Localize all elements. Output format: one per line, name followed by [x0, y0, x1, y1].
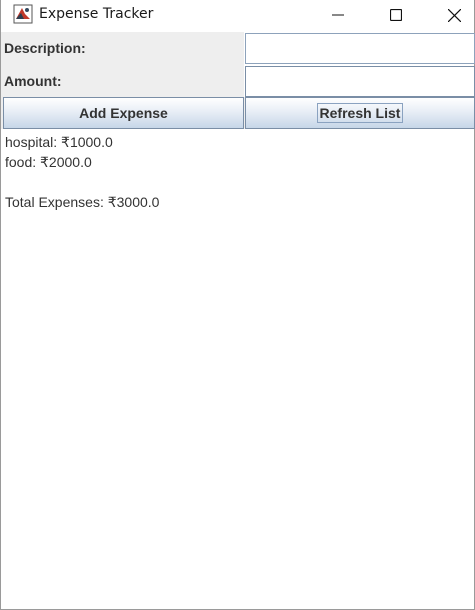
- close-icon: [447, 8, 461, 22]
- title-bar[interactable]: Expense Tracker: [1, 0, 474, 30]
- window-title: Expense Tracker: [39, 6, 154, 22]
- java-app-icon: [13, 4, 33, 24]
- description-label: Description:: [1, 32, 244, 65]
- maximize-icon: [390, 9, 402, 21]
- amount-label: Amount:: [1, 65, 244, 98]
- amount-input[interactable]: [245, 66, 475, 97]
- expense-list-item: hospital: ₹1000.0: [5, 134, 113, 150]
- refresh-list-label: Refresh List: [316, 103, 404, 123]
- expense-list-area[interactable]: hospital: ₹1000.0 food: ₹2000.0 Total Ex…: [4, 130, 474, 607]
- expense-tracker-window: Expense Tracker Description: Amount: Add: [0, 0, 475, 610]
- add-expense-button[interactable]: Add Expense: [3, 97, 244, 129]
- minimize-icon: [332, 14, 344, 16]
- add-expense-label: Add Expense: [79, 105, 168, 121]
- description-row: Description:: [1, 32, 475, 65]
- minimize-button[interactable]: [315, 0, 361, 30]
- total-expenses-text: Total Expenses: ₹3000.0: [5, 194, 160, 210]
- maximize-button[interactable]: [373, 0, 419, 30]
- close-button[interactable]: [431, 0, 475, 30]
- description-input[interactable]: [245, 33, 475, 64]
- button-row: Add Expense Refresh List: [1, 97, 475, 129]
- expense-list-item: food: ₹2000.0: [5, 154, 92, 170]
- refresh-list-button[interactable]: Refresh List: [245, 97, 475, 129]
- amount-row: Amount:: [1, 65, 475, 98]
